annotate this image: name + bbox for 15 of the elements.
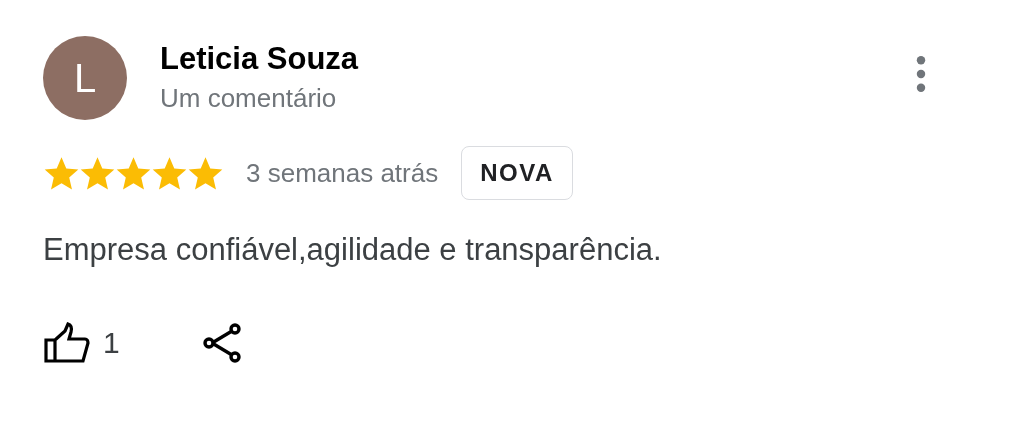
- review-count: Um comentário: [160, 82, 338, 115]
- star-icon: [187, 154, 224, 192]
- star-icon: [79, 154, 116, 192]
- thumbs-up-icon[interactable]: [43, 322, 91, 364]
- star-icon: [43, 154, 80, 192]
- star-icon: [115, 154, 152, 192]
- avatar: L: [43, 36, 127, 120]
- new-badge: NOVA: [461, 146, 573, 200]
- author-name: Leticia Souza: [160, 40, 360, 78]
- like-count: 1: [103, 326, 120, 360]
- star-icon: [151, 154, 188, 192]
- review-text: Empresa confiável,agilidade e transparência.: [43, 232, 663, 268]
- review-time: 3 semanas atrás: [246, 157, 439, 189]
- share-icon[interactable]: [202, 323, 241, 363]
- more-options-icon[interactable]: [915, 55, 927, 93]
